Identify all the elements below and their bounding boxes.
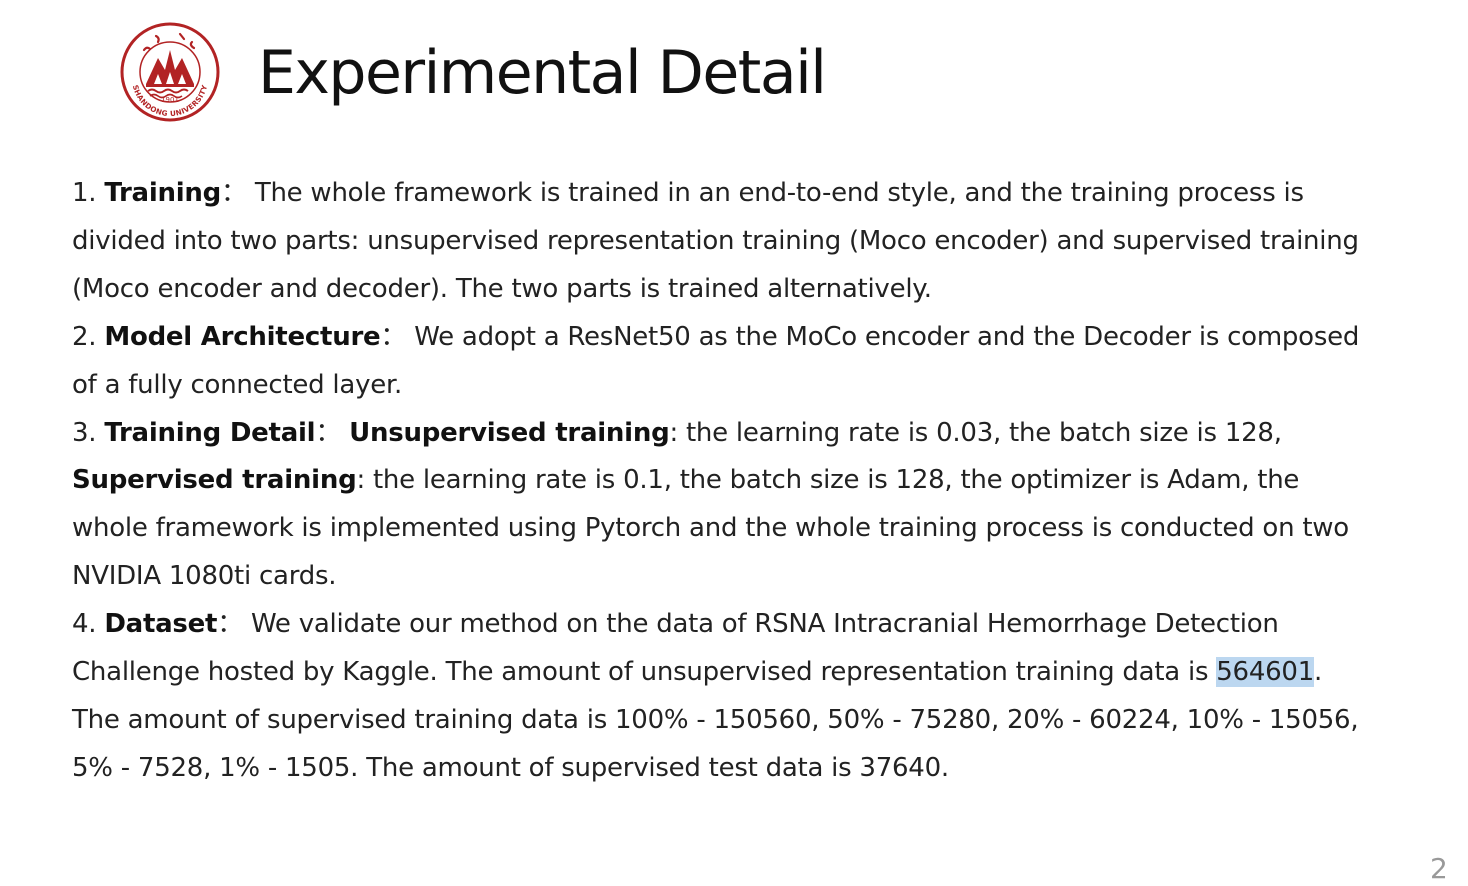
item-heading: Training Detail: [104, 417, 316, 448]
item-number: 2.: [72, 321, 97, 352]
item-number: 4.: [72, 609, 97, 640]
selected-text-highlight[interactable]: 564601: [1216, 657, 1314, 688]
page-number: 2: [1430, 852, 1448, 885]
item-body: We validate our method on the data of RS…: [72, 609, 1279, 688]
list-item-dataset: 4. Dataset： We validate our method on th…: [72, 601, 1372, 793]
item-heading: Training: [104, 178, 222, 208]
list-item-training: 1. Training： The whole framework is trai…: [72, 170, 1372, 314]
unsupervised-training-label: Unsupervised training: [349, 417, 670, 448]
slide-body: 1. Training： The whole framework is trai…: [72, 170, 1372, 793]
unsupervised-training-text: : the learning rate is 0.03, the batch s…: [669, 417, 1282, 448]
item-separator: ：: [315, 417, 342, 448]
item-separator: ：: [221, 178, 247, 208]
item-separator: ：: [217, 609, 243, 640]
university-logo: 1901 SHANDONG UNIVERSITY: [118, 22, 222, 122]
item-body: The whole framework is trained in an end…: [72, 178, 1359, 304]
list-item-training-detail: 3. Training Detail： Unsupervised trainin…: [72, 410, 1372, 602]
item-number: 1.: [72, 178, 97, 208]
item-number: 3.: [72, 417, 97, 448]
slide-title: Experimental Detail: [258, 38, 827, 108]
list-item-model-architecture: 2. Model Architecture： We adopt a ResNet…: [72, 314, 1372, 410]
shandong-university-seal-icon: 1901 SHANDONG UNIVERSITY: [120, 22, 220, 122]
item-heading: Model Architecture: [104, 321, 381, 352]
supervised-training-label: Supervised training: [72, 465, 357, 496]
logo-year: 1901: [161, 96, 179, 104]
item-separator: ：: [380, 321, 407, 352]
item-heading: Dataset: [104, 609, 218, 640]
